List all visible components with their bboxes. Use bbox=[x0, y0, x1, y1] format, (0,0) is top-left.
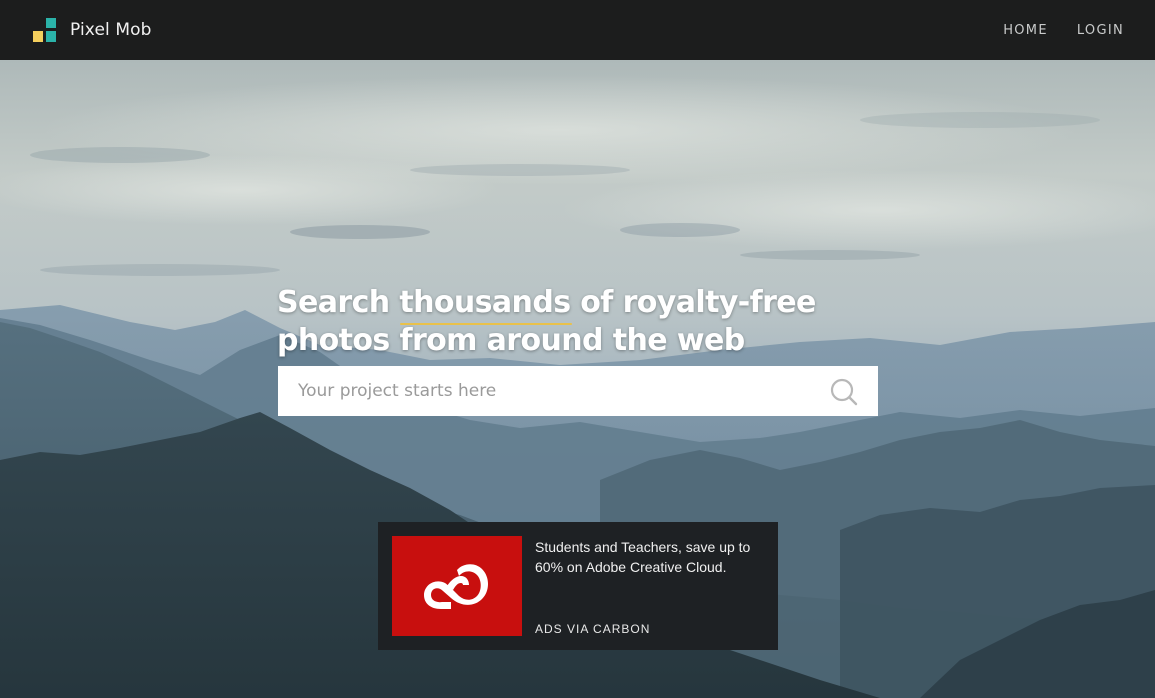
top-navbar: Pixel Mob HOME LOGIN bbox=[0, 0, 1155, 60]
search-input[interactable] bbox=[278, 367, 818, 415]
ad-text[interactable]: Students and Teachers, save up to 60% on… bbox=[535, 537, 765, 577]
page: Pixel Mob HOME LOGIN Search thousands of… bbox=[0, 0, 1155, 698]
search-form bbox=[278, 366, 878, 416]
hero-headline: Search thousands of royalty-free photos … bbox=[277, 284, 897, 360]
headline-highlight: thousands bbox=[399, 285, 573, 325]
main-nav: HOME LOGIN bbox=[1003, 23, 1124, 38]
hero-section: Search thousands of royalty-free photos … bbox=[0, 60, 1155, 698]
carbon-ad[interactable]: Students and Teachers, save up to 60% on… bbox=[378, 522, 778, 650]
search-icon[interactable] bbox=[830, 378, 858, 406]
brand-link[interactable]: Pixel Mob bbox=[33, 18, 151, 42]
brand-name: Pixel Mob bbox=[70, 20, 152, 40]
pixel-mob-logo-icon bbox=[33, 18, 56, 42]
adobe-creative-cloud-icon bbox=[424, 564, 488, 609]
ad-image[interactable] bbox=[392, 536, 522, 636]
ads-via-carbon-link[interactable]: ADS VIA CARBON bbox=[535, 622, 650, 636]
headline-part1: Search bbox=[277, 285, 400, 320]
nav-login-link[interactable]: LOGIN bbox=[1077, 23, 1124, 38]
nav-home-link[interactable]: HOME bbox=[1003, 23, 1048, 38]
